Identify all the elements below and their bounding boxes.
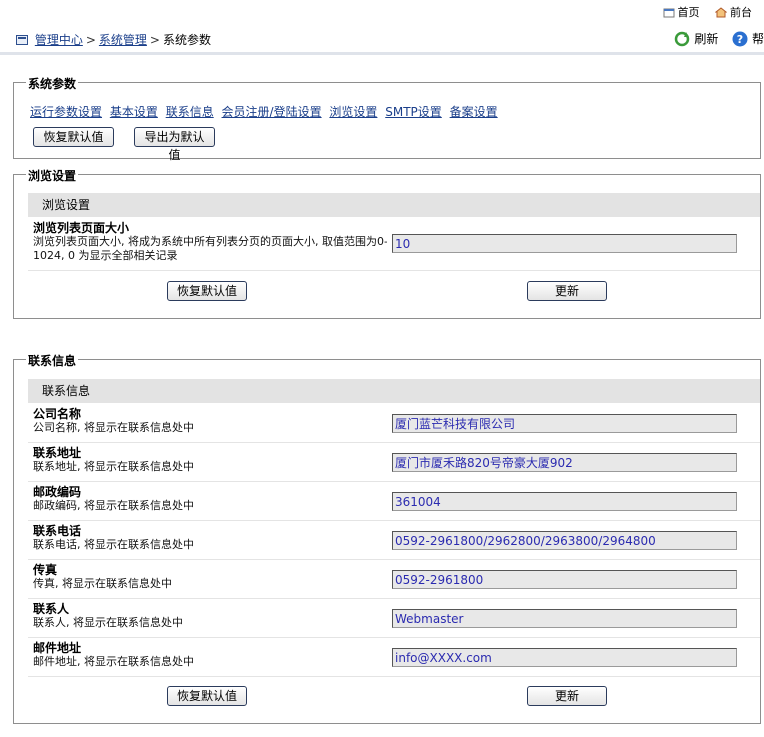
nav-basic-settings[interactable]: 基本设置 xyxy=(110,105,158,119)
browse-update-button[interactable]: 更新 xyxy=(527,281,607,301)
row-title: 联系人 xyxy=(33,602,70,616)
nav-contact-info[interactable]: 联系信息 xyxy=(166,105,214,119)
row-desc: 联系电话, 将显示在联系信息处中 xyxy=(33,538,194,551)
table-row: 浏览列表页面大小 浏览列表页面大小, 将成为系统中所有列表分页的页面大小, 取值… xyxy=(28,218,760,271)
row-title: 公司名称 xyxy=(33,407,82,421)
params-subnav: 运行参数设置 基本设置 联系信息 会员注册/登陆设置 浏览设置 SMTP设置 备… xyxy=(30,103,502,120)
browse-table: 浏览设置 浏览列表页面大小 浏览列表页面大小, 将成为系统中所有列表分页的页面大… xyxy=(28,193,760,271)
contact-table-header: 联系信息 xyxy=(28,379,760,404)
company-name-input[interactable] xyxy=(392,414,737,433)
help-icon: ? xyxy=(732,31,748,47)
nav-icp-settings[interactable]: 备案设置 xyxy=(450,105,498,119)
postcode-input[interactable] xyxy=(392,492,737,511)
top-links: 首页 前台 xyxy=(651,4,752,20)
row-desc: 浏览列表页面大小, 将成为系统中所有列表分页的页面大小, 取值范围为0-1024… xyxy=(33,235,388,262)
export-default-button[interactable]: 导出为默认值 xyxy=(134,127,215,162)
browse-table-header: 浏览设置 xyxy=(28,193,760,218)
params-legend: 系统参数 xyxy=(26,75,79,92)
row-title: 邮件地址 xyxy=(33,641,82,655)
table-row: 联系电话 联系电话, 将显示在联系信息处中 xyxy=(28,521,760,560)
email-input[interactable] xyxy=(392,648,737,667)
breadcrumb-system-admin[interactable]: 系统管理 xyxy=(99,33,147,47)
browse-restore-button[interactable]: 恢复默认值 xyxy=(167,281,247,301)
table-row: 邮政编码 邮政编码, 将显示在联系信息处中 xyxy=(28,482,760,521)
browse-legend: 浏览设置 xyxy=(26,167,79,184)
fax-input[interactable] xyxy=(392,570,737,589)
breadcrumb-admin-center[interactable]: 管理中心 xyxy=(35,33,83,47)
row-desc: 联系人, 将显示在联系信息处中 xyxy=(33,616,183,629)
table-row: 邮件地址 邮件地址, 将显示在联系信息处中 xyxy=(28,638,760,677)
home-icon xyxy=(663,8,674,18)
front-link[interactable]: 前台 xyxy=(715,6,752,19)
nav-smtp-settings[interactable]: SMTP设置 xyxy=(385,105,442,119)
contact-update-button[interactable]: 更新 xyxy=(527,686,607,706)
page-size-input[interactable] xyxy=(392,234,737,253)
phone-input[interactable] xyxy=(392,531,737,550)
breadcrumb: 管理中心 > 系统管理 > 系统参数 xyxy=(16,31,211,48)
table-row: 传真 传真, 将显示在联系信息处中 xyxy=(28,560,760,599)
refresh-button[interactable]: 刷新 xyxy=(674,31,722,47)
svg-text:?: ? xyxy=(737,33,743,46)
contact-table: 联系信息 公司名称公司名称, 将显示在联系信息处中 联系地址联系地址, 将显示在… xyxy=(28,379,760,677)
home-link[interactable]: 首页 xyxy=(663,6,704,19)
row-title: 联系地址 xyxy=(33,446,82,460)
browse-fieldset: 浏览设置 浏览设置 浏览列表页面大小 浏览列表页面大小, 将成为系统中所有列表分… xyxy=(13,167,761,319)
contact-person-input[interactable] xyxy=(392,609,737,628)
breadcrumb-icon xyxy=(16,35,28,45)
breadcrumb-bar: 管理中心 > 系统管理 > 系统参数 刷新 ? 帮 xyxy=(0,28,764,55)
row-title: 联系电话 xyxy=(33,524,82,538)
toolbar: 刷新 ? 帮 xyxy=(664,30,764,47)
row-title: 邮政编码 xyxy=(33,485,82,499)
row-desc: 公司名称, 将显示在联系信息处中 xyxy=(33,421,194,434)
row-desc: 联系地址, 将显示在联系信息处中 xyxy=(33,460,194,473)
row-title: 传真 xyxy=(33,563,58,577)
row-desc: 邮件地址, 将显示在联系信息处中 xyxy=(33,655,194,668)
nav-browse-settings[interactable]: 浏览设置 xyxy=(329,105,377,119)
front-icon xyxy=(715,7,727,18)
row-desc: 邮政编码, 将显示在联系信息处中 xyxy=(33,499,194,512)
nav-runtime-settings[interactable]: 运行参数设置 xyxy=(30,105,102,119)
address-input[interactable] xyxy=(392,453,737,472)
contact-legend: 联系信息 xyxy=(26,352,79,369)
table-row: 公司名称 公司名称, 将显示在联系信息处中 xyxy=(28,404,760,443)
table-row: 联系人 联系人, 将显示在联系信息处中 xyxy=(28,599,760,638)
contact-restore-button[interactable]: 恢复默认值 xyxy=(167,686,247,706)
breadcrumb-current: 系统参数 xyxy=(162,33,211,47)
help-button[interactable]: ? 帮 xyxy=(732,31,764,47)
row-title: 浏览列表页面大小 xyxy=(33,221,130,235)
table-row: 联系地址 联系地址, 将显示在联系信息处中 xyxy=(28,443,760,482)
refresh-icon xyxy=(675,31,690,47)
restore-default-button[interactable]: 恢复默认值 xyxy=(33,127,114,147)
nav-member-settings[interactable]: 会员注册/登陆设置 xyxy=(222,105,322,119)
params-fieldset: 系统参数 运行参数设置 基本设置 联系信息 会员注册/登陆设置 浏览设置 SMT… xyxy=(13,75,761,162)
contact-fieldset: 联系信息 联系信息 公司名称公司名称, 将显示在联系信息处中 联系地址联系地址,… xyxy=(13,352,761,724)
row-desc: 传真, 将显示在联系信息处中 xyxy=(33,577,172,590)
